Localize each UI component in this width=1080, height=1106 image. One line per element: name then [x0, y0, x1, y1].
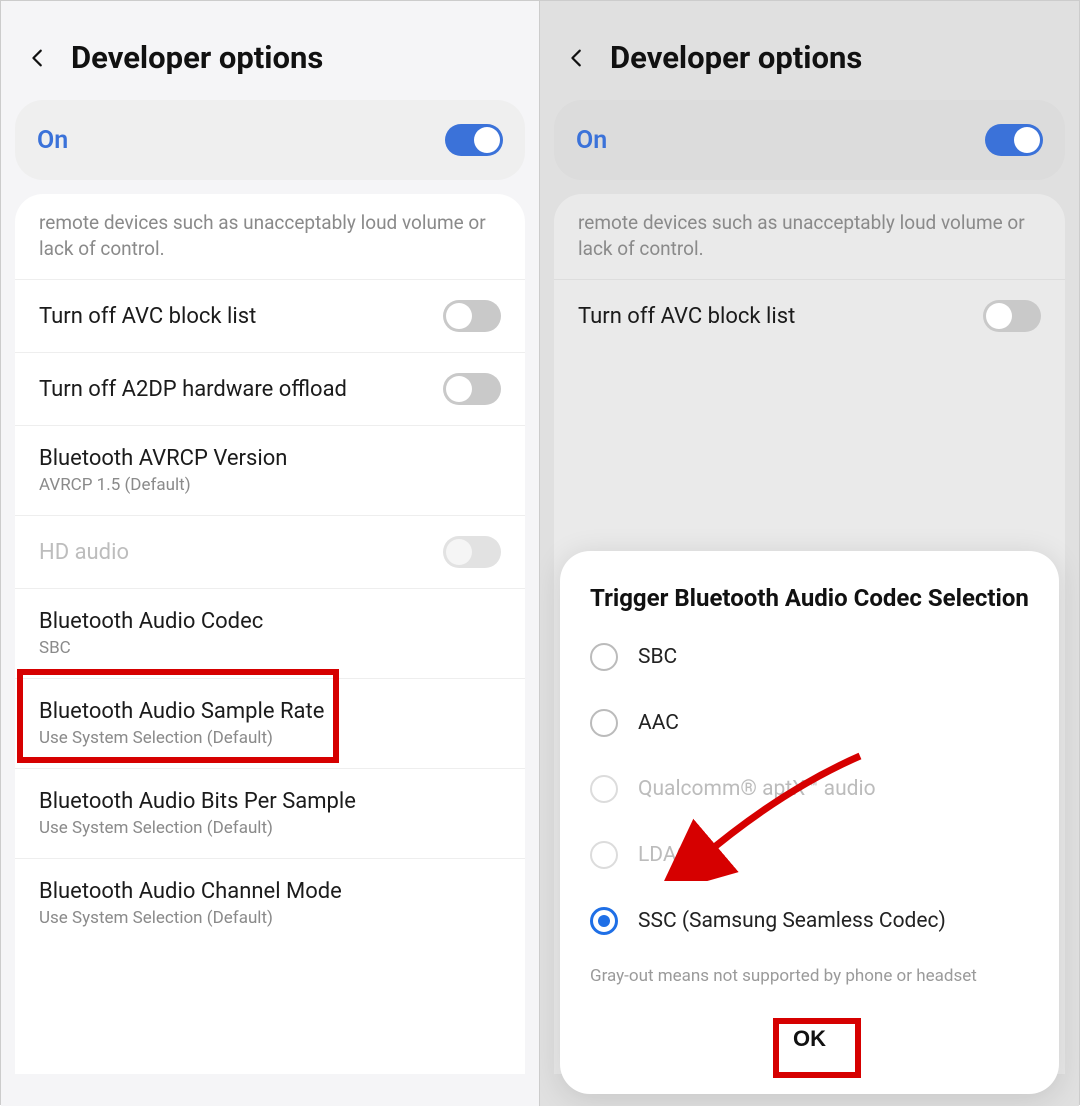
option-label: AAC — [638, 711, 679, 735]
row-a2dp-offload[interactable]: Turn off A2DP hardware offload — [15, 352, 525, 425]
row-title: Bluetooth AVRCP Version — [39, 446, 501, 471]
row-sub: AVRCP 1.5 (Default) — [39, 475, 501, 495]
option-label: Qualcomm® aptX™ audio — [638, 777, 876, 801]
master-toggle-label: On — [576, 126, 607, 155]
toggle-a2dp-offload[interactable] — [443, 373, 501, 405]
radio-icon — [590, 775, 618, 803]
row-sub: Use System Selection (Default) — [39, 728, 501, 748]
row-bt-bits-per-sample[interactable]: Bluetooth Audio Bits Per Sample Use Syst… — [15, 768, 525, 858]
section-desc: remote devices such as unacceptably loud… — [15, 194, 525, 279]
codec-selection-modal: Trigger Bluetooth Audio Codec Selection … — [560, 551, 1059, 1094]
pane-left: Developer options On remote devices such… — [1, 1, 540, 1106]
row-sub: SBC — [39, 638, 501, 658]
row-title: Turn off AVC block list — [39, 304, 443, 329]
radio-icon — [590, 709, 618, 737]
codec-option-ldac: LDAC — [590, 822, 1029, 888]
back-icon[interactable] — [27, 47, 49, 69]
row-hd-audio: HD audio — [15, 515, 525, 588]
row-title: Bluetooth Audio Sample Rate — [39, 699, 501, 724]
row-avc-blocklist[interactable]: Turn off AVC block list — [554, 279, 1065, 352]
pane-right: Developer options On remote devices such… — [540, 1, 1079, 1106]
row-title: Bluetooth Audio Bits Per Sample — [39, 789, 501, 814]
master-toggle[interactable] — [445, 124, 503, 156]
codec-option-ssc[interactable]: SSC (Samsung Seamless Codec) — [590, 888, 1029, 954]
codec-option-sbc[interactable]: SBC — [590, 624, 1029, 690]
row-title: Turn off A2DP hardware offload — [39, 377, 443, 402]
row-title: Bluetooth Audio Channel Mode — [39, 879, 501, 904]
row-bt-sample-rate[interactable]: Bluetooth Audio Sample Rate Use System S… — [15, 678, 525, 768]
row-title: HD audio — [39, 540, 443, 565]
modal-title: Trigger Bluetooth Audio Codec Selection — [590, 583, 1029, 614]
option-label: SBC — [638, 645, 677, 669]
toggle-avc-blocklist[interactable] — [443, 300, 501, 332]
row-title: Turn off AVC block list — [578, 304, 983, 329]
header: Developer options — [540, 1, 1079, 100]
radio-icon — [590, 907, 618, 935]
row-sub: Use System Selection (Default) — [39, 818, 501, 838]
master-toggle-row[interactable]: On — [554, 100, 1065, 180]
page-title: Developer options — [610, 39, 862, 76]
toggle-avc-blocklist[interactable] — [983, 300, 1041, 332]
back-icon[interactable] — [566, 47, 588, 69]
master-toggle[interactable] — [985, 124, 1043, 156]
radio-icon — [590, 841, 618, 869]
codec-option-aac[interactable]: AAC — [590, 690, 1029, 756]
section-desc: remote devices such as unacceptably loud… — [554, 194, 1065, 279]
row-sub: Use System Selection (Default) — [39, 908, 501, 928]
radio-icon — [590, 643, 618, 671]
ok-button[interactable]: OK — [771, 1014, 848, 1064]
master-toggle-row[interactable]: On — [15, 100, 525, 180]
toggle-hd-audio — [443, 536, 501, 568]
row-bt-channel-mode[interactable]: Bluetooth Audio Channel Mode Use System … — [15, 858, 525, 948]
settings-card: remote devices such as unacceptably loud… — [15, 194, 525, 1074]
row-title: Bluetooth Audio Codec — [39, 609, 501, 634]
row-avc-blocklist[interactable]: Turn off AVC block list — [15, 279, 525, 352]
modal-note: Gray-out means not supported by phone or… — [590, 966, 1029, 986]
option-label: SSC (Samsung Seamless Codec) — [638, 909, 946, 933]
page-title: Developer options — [71, 39, 323, 76]
row-avrcp-version[interactable]: Bluetooth AVRCP Version AVRCP 1.5 (Defau… — [15, 425, 525, 515]
header: Developer options — [1, 1, 539, 100]
row-bt-audio-codec[interactable]: Bluetooth Audio Codec SBC — [15, 588, 525, 678]
option-label: LDAC — [638, 843, 690, 867]
master-toggle-label: On — [37, 126, 68, 155]
codec-option-aptx: Qualcomm® aptX™ audio — [590, 756, 1029, 822]
